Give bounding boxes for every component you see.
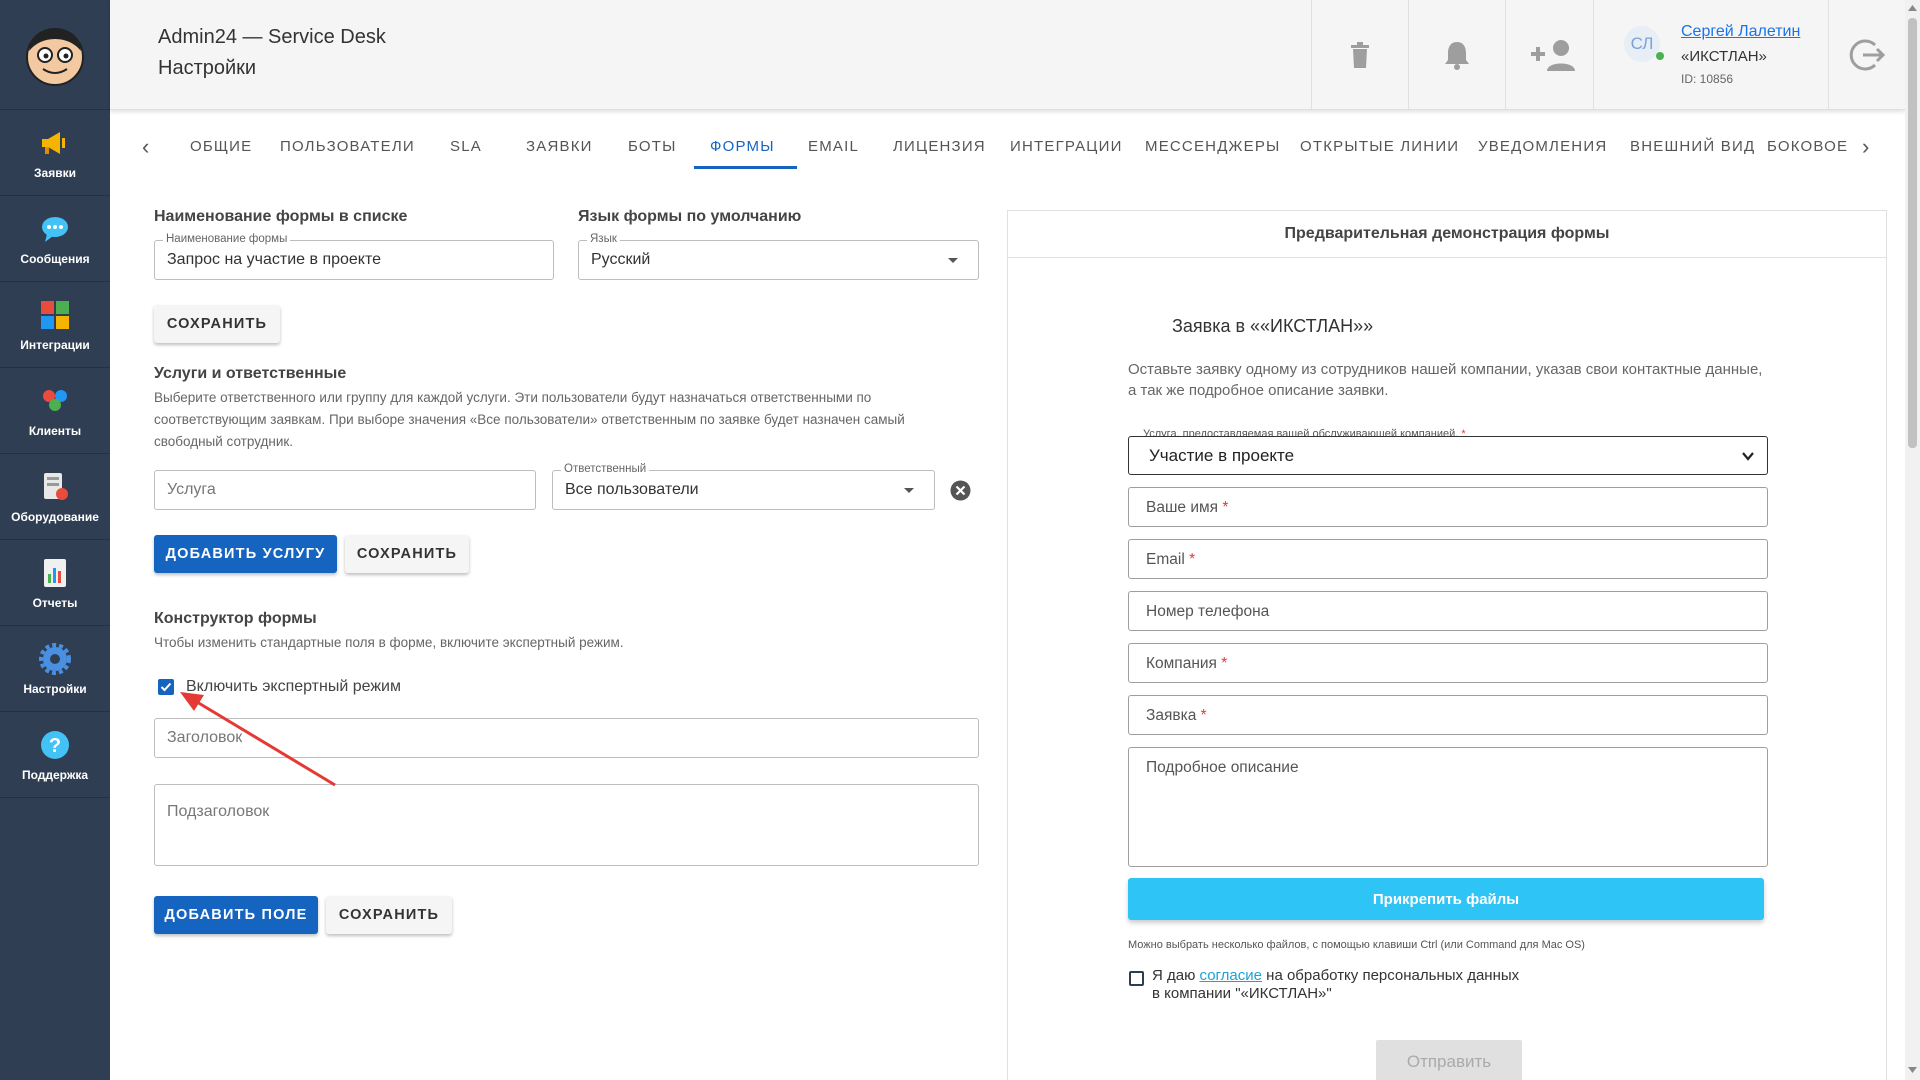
nav-item-messages[interactable]: Сообщения bbox=[0, 196, 110, 282]
active-tab-indicator bbox=[694, 166, 797, 169]
user-org: «ИКСТЛАН» bbox=[1681, 48, 1767, 65]
tab-email[interactable]: Email bbox=[808, 138, 859, 155]
scroll-thumb[interactable] bbox=[1908, 18, 1917, 448]
trash-button[interactable] bbox=[1311, 0, 1408, 110]
avatar[interactable]: СЛ bbox=[1624, 26, 1660, 62]
tab-bots[interactable]: Боты bbox=[628, 138, 677, 155]
chevron-down-icon bbox=[1742, 452, 1754, 461]
preview-form-title: Заявка в ««ИКСТЛАН»» bbox=[1172, 316, 1374, 336]
tab-sidebar[interactable]: Боковое bbox=[1767, 138, 1848, 155]
consent-link[interactable]: согласие bbox=[1200, 967, 1262, 984]
attach-hint: Можно выбрать несколько файлов, с помощь… bbox=[1128, 939, 1585, 951]
preview-form-description: Оставьте заявку одному из сотрудников на… bbox=[1128, 361, 1763, 399]
tab-users[interactable]: Пользователи bbox=[280, 138, 415, 155]
preview-email-field[interactable]: Email * bbox=[1128, 539, 1768, 579]
save-form-settings-button[interactable]: Сохранить bbox=[154, 305, 280, 343]
chat-bubbles-icon bbox=[42, 216, 68, 242]
tab-notifications[interactable]: Уведомления bbox=[1478, 138, 1607, 155]
save-services-button[interactable]: Сохранить bbox=[345, 535, 469, 573]
page-title: Настройки bbox=[158, 57, 257, 79]
form-name-input[interactable]: Наименование формы Запрос на участие в п… bbox=[154, 233, 554, 280]
nav-item-integrations[interactable]: Интеграции bbox=[0, 282, 110, 368]
tabs-next-chevron-icon[interactable]: › bbox=[1862, 134, 1869, 160]
tab-messengers[interactable]: Мессенджеры bbox=[1145, 138, 1281, 155]
tab-general[interactable]: Общие bbox=[190, 138, 252, 155]
scroll-down-icon[interactable] bbox=[1908, 1066, 1917, 1074]
puzzle-icon bbox=[41, 300, 69, 329]
nav-item-settings[interactable]: Настройки bbox=[0, 626, 110, 712]
remove-service-icon[interactable] bbox=[950, 480, 971, 501]
online-status-dot bbox=[1656, 52, 1664, 60]
user-id: ID: 10856 bbox=[1681, 72, 1734, 86]
tab-forms[interactable]: Формы bbox=[710, 138, 775, 155]
app-logo[interactable] bbox=[0, 0, 110, 110]
form-name-title: Наименование формы в списке bbox=[154, 208, 408, 225]
preview-request-field[interactable]: Заявка * bbox=[1128, 695, 1768, 735]
svg-text:?: ? bbox=[49, 735, 61, 757]
logout-icon bbox=[1849, 39, 1885, 71]
sidebar: Заявки Сообщения Интеграции Клиенты Обор… bbox=[0, 0, 110, 1080]
subheading-input[interactable]: Подзаголовок bbox=[154, 784, 979, 866]
tab-license[interactable]: Лицензия bbox=[893, 138, 986, 155]
preview-company-field[interactable]: Компания * bbox=[1128, 643, 1768, 683]
form-preview-panel: Предварительная демонстрация формы Заявк… bbox=[1007, 210, 1887, 1080]
nav-item-support[interactable]: ? Поддержка bbox=[0, 712, 110, 798]
preview-header: Предварительная демонстрация формы bbox=[1008, 211, 1886, 258]
annotation-arrow-icon bbox=[180, 692, 336, 787]
add-service-button[interactable]: Добавить услугу bbox=[154, 535, 337, 573]
tab-open-lines[interactable]: Открытые линии bbox=[1300, 138, 1459, 155]
notifications-button[interactable] bbox=[1408, 0, 1505, 110]
tabs-prev-chevron-icon[interactable]: ‹ bbox=[142, 134, 149, 160]
people-icon bbox=[43, 389, 67, 411]
app-title: Admin24 — Service Desk bbox=[158, 26, 386, 48]
preview-details-textarea[interactable]: Подробное описание bbox=[1128, 747, 1768, 867]
nav-item-equipment[interactable]: Оборудование bbox=[0, 454, 110, 540]
bell-icon bbox=[1445, 42, 1469, 70]
submit-button[interactable]: Отправить bbox=[1376, 1040, 1522, 1080]
gear-icon bbox=[39, 642, 71, 675]
save-constructor-button[interactable]: Сохранить bbox=[326, 896, 452, 934]
add-field-button[interactable]: Добавить поле bbox=[154, 896, 318, 934]
services-title: Услуги и ответственные bbox=[154, 365, 347, 382]
language-select[interactable]: Язык Русский bbox=[578, 233, 979, 280]
add-user-icon bbox=[1531, 40, 1575, 71]
constructor-title: Конструктор формы bbox=[154, 610, 317, 627]
responsible-select[interactable]: Ответственный Все пользователи bbox=[552, 463, 935, 510]
constructor-description: Чтобы изменить стандартные поля в форме,… bbox=[154, 635, 624, 650]
consent-checkbox[interactable] bbox=[1129, 971, 1144, 986]
tab-requests[interactable]: Заявки bbox=[526, 138, 593, 155]
equipment-icon bbox=[44, 472, 68, 500]
attach-files-button[interactable]: Прикрепить файлы bbox=[1128, 878, 1764, 920]
nav-item-requests[interactable]: Заявки bbox=[0, 110, 110, 196]
nav-item-clients[interactable]: Клиенты bbox=[0, 368, 110, 454]
preview-phone-field[interactable]: Номер телефона bbox=[1128, 591, 1768, 631]
chevron-down-icon bbox=[904, 488, 914, 493]
tab-appearance[interactable]: Внешний вид bbox=[1630, 138, 1755, 155]
preview-name-field[interactable]: Ваше имя * bbox=[1128, 487, 1768, 527]
top-header: Admin24 — Service Desk Настройки СЛ Серг… bbox=[110, 0, 1905, 110]
logo-face-icon bbox=[26, 27, 84, 86]
scroll-up-icon[interactable] bbox=[1908, 4, 1917, 12]
nav-item-reports[interactable]: Отчеты bbox=[0, 540, 110, 626]
preview-service-select[interactable]: Участие в проекте bbox=[1128, 436, 1768, 475]
user-name-link[interactable]: Сергей Лалетин bbox=[1681, 23, 1800, 41]
settings-tabs: ‹ Общие Пользователи SLA Заявки Боты Фор… bbox=[110, 124, 1905, 170]
service-input[interactable]: Услуга bbox=[154, 470, 536, 510]
consent-text: Я даю согласие на обработку персональных… bbox=[1152, 967, 1520, 1002]
help-icon: ? bbox=[41, 730, 69, 759]
tab-sla[interactable]: SLA bbox=[450, 138, 482, 155]
add-user-button[interactable] bbox=[1505, 0, 1602, 110]
services-description: Выберите ответственного или группу для к… bbox=[154, 390, 905, 449]
report-icon bbox=[44, 558, 66, 587]
tab-integrations[interactable]: Интеграции bbox=[1010, 138, 1123, 155]
megaphone-icon bbox=[42, 131, 65, 154]
page-scrollbar[interactable] bbox=[1905, 0, 1920, 1080]
logout-button[interactable] bbox=[1828, 0, 1905, 110]
user-profile: СЛ Сергей Лалетин «ИКСТЛАН» ID: 10856 bbox=[1593, 0, 1828, 110]
trash-icon bbox=[1351, 42, 1369, 68]
chevron-down-icon bbox=[948, 258, 958, 263]
form-language-title: Язык формы по умолчанию bbox=[578, 208, 802, 225]
